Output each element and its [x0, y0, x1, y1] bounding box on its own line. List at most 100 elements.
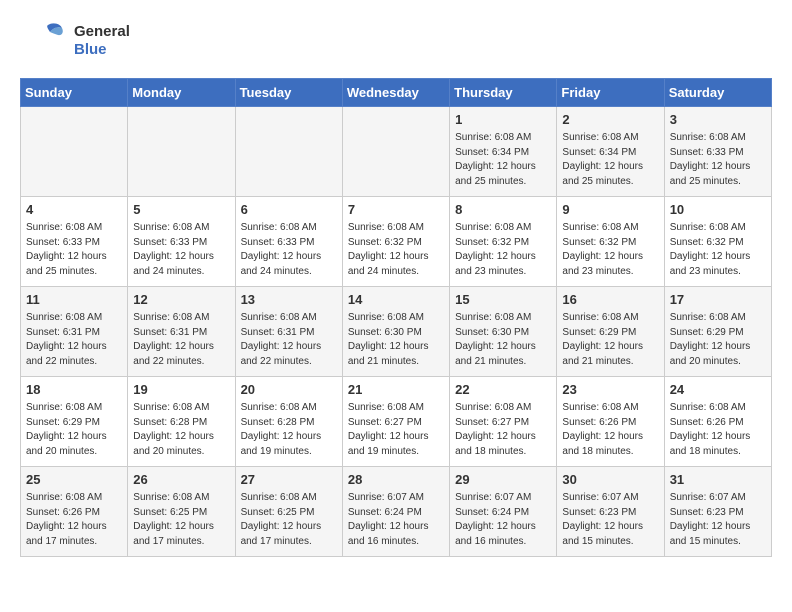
- day-info: Sunrise: 6:08 AM Sunset: 6:26 PM Dayligh…: [670, 401, 766, 459]
- calendar-cell: 9 Sunrise: 6:08 AM Sunset: 6:32 PM Daylig…: [557, 197, 664, 287]
- day-info: Sunrise: 6:08 AM Sunset: 6:28 PM Dayligh…: [241, 401, 337, 459]
- day-info: Sunrise: 6:07 AM Sunset: 6:24 PM Dayligh…: [348, 491, 444, 549]
- logo-general: General: [74, 23, 130, 41]
- day-number: 29: [455, 471, 551, 489]
- calendar-week-row: 4 Sunrise: 6:08 AM Sunset: 6:33 PM Daylig…: [21, 197, 772, 287]
- day-number: 22: [455, 381, 551, 399]
- calendar-cell: 30Sunrise: 6:07 AM Sunset: 6:23 PM Dayli…: [557, 467, 664, 557]
- day-info: Sunrise: 6:08 AM Sunset: 6:32 PM Dayligh…: [562, 221, 658, 279]
- calendar-cell: 15Sunrise: 6:08 AM Sunset: 6:30 PM Dayli…: [450, 287, 557, 377]
- day-number: 1: [455, 111, 551, 129]
- calendar-cell: [21, 107, 128, 197]
- calendar-cell: 26 Sunrise: 6:08 AM Sunset: 6:25 PM Dayli…: [128, 467, 235, 557]
- calendar-week-row: 25 Sunrise: 6:08 AM Sunset: 6:26 PM Dayli…: [21, 467, 772, 557]
- calendar-week-row: 11 Sunrise: 6:08 AM Sunset: 6:31 PM Dayli…: [21, 287, 772, 377]
- calendar-cell: 21 Sunrise: 6:08 AM Sunset: 6:27 PM Dayli…: [342, 377, 449, 467]
- day-info: Sunrise: 6:08 AM Sunset: 6:29 PM Dayligh…: [670, 311, 766, 369]
- day-info: Sunrise: 6:08 AM Sunset: 6:27 PM Dayligh…: [348, 401, 444, 459]
- day-number: 21: [348, 381, 444, 399]
- day-info: Sunrise: 6:08 AM Sunset: 6:32 PM Dayligh…: [455, 221, 551, 279]
- calendar-cell: 11 Sunrise: 6:08 AM Sunset: 6:31 PM Dayli…: [21, 287, 128, 377]
- day-number: 26: [133, 471, 229, 489]
- calendar-cell: [235, 107, 342, 197]
- calendar-cell: 12Sunrise: 6:08 AM Sunset: 6:31 PM Dayli…: [128, 287, 235, 377]
- calendar-week-row: 1 Sunrise: 6:08 AM Sunset: 6:34 PM Daylig…: [21, 107, 772, 197]
- day-number: 9: [562, 201, 658, 219]
- logo: GeneralBlue: [20, 20, 130, 62]
- calendar-cell: 17Sunrise: 6:08 AM Sunset: 6:29 PM Dayli…: [664, 287, 771, 377]
- day-number: 6: [241, 201, 337, 219]
- day-info: Sunrise: 6:08 AM Sunset: 6:29 PM Dayligh…: [562, 311, 658, 369]
- day-info: Sunrise: 6:08 AM Sunset: 6:32 PM Dayligh…: [348, 221, 444, 279]
- calendar-cell: 3Sunrise: 6:08 AM Sunset: 6:33 PM Daylig…: [664, 107, 771, 197]
- weekday-header-monday: Monday: [128, 79, 235, 107]
- day-number: 31: [670, 471, 766, 489]
- day-info: Sunrise: 6:08 AM Sunset: 6:29 PM Dayligh…: [26, 401, 122, 459]
- logo-blue: Blue: [74, 41, 130, 59]
- calendar-cell: 19 Sunrise: 6:08 AM Sunset: 6:28 PM Dayli…: [128, 377, 235, 467]
- calendar-table: SundayMondayTuesdayWednesdayThursdayFrid…: [20, 78, 772, 557]
- day-number: 23: [562, 381, 658, 399]
- day-info: Sunrise: 6:08 AM Sunset: 6:31 PM Dayligh…: [26, 311, 122, 369]
- day-info: Sunrise: 6:08 AM Sunset: 6:33 PM Dayligh…: [26, 221, 122, 279]
- day-info: Sunrise: 6:08 AM Sunset: 6:31 PM Dayligh…: [241, 311, 337, 369]
- calendar-cell: 13 Sunrise: 6:08 AM Sunset: 6:31 PM Dayli…: [235, 287, 342, 377]
- day-info: Sunrise: 6:08 AM Sunset: 6:25 PM Dayligh…: [133, 491, 229, 549]
- day-number: 5: [133, 201, 229, 219]
- calendar-cell: 7Sunrise: 6:08 AM Sunset: 6:32 PM Daylig…: [342, 197, 449, 287]
- logo-svg: [20, 20, 70, 62]
- weekday-header-sunday: Sunday: [21, 79, 128, 107]
- weekday-header-saturday: Saturday: [664, 79, 771, 107]
- day-info: Sunrise: 6:08 AM Sunset: 6:30 PM Dayligh…: [348, 311, 444, 369]
- day-info: Sunrise: 6:07 AM Sunset: 6:24 PM Dayligh…: [455, 491, 551, 549]
- day-number: 14: [348, 291, 444, 309]
- day-info: Sunrise: 6:08 AM Sunset: 6:34 PM Dayligh…: [562, 131, 658, 189]
- calendar-cell: [128, 107, 235, 197]
- day-info: Sunrise: 6:07 AM Sunset: 6:23 PM Dayligh…: [562, 491, 658, 549]
- weekday-header-wednesday: Wednesday: [342, 79, 449, 107]
- day-number: 13: [241, 291, 337, 309]
- day-info: Sunrise: 6:08 AM Sunset: 6:33 PM Dayligh…: [241, 221, 337, 279]
- calendar-cell: [342, 107, 449, 197]
- calendar-cell: 1 Sunrise: 6:08 AM Sunset: 6:34 PM Daylig…: [450, 107, 557, 197]
- day-info: Sunrise: 6:08 AM Sunset: 6:34 PM Dayligh…: [455, 131, 551, 189]
- calendar-cell: 4 Sunrise: 6:08 AM Sunset: 6:33 PM Daylig…: [21, 197, 128, 287]
- day-info: Sunrise: 6:08 AM Sunset: 6:26 PM Dayligh…: [26, 491, 122, 549]
- day-number: 10: [670, 201, 766, 219]
- calendar-cell: 31 Sunrise: 6:07 AM Sunset: 6:23 PM Dayli…: [664, 467, 771, 557]
- calendar-cell: 29 Sunrise: 6:07 AM Sunset: 6:24 PM Dayli…: [450, 467, 557, 557]
- day-number: 25: [26, 471, 122, 489]
- day-info: Sunrise: 6:07 AM Sunset: 6:23 PM Dayligh…: [670, 491, 766, 549]
- weekday-header-thursday: Thursday: [450, 79, 557, 107]
- day-number: 16: [562, 291, 658, 309]
- calendar-cell: 23 Sunrise: 6:08 AM Sunset: 6:26 PM Dayli…: [557, 377, 664, 467]
- calendar-header-row: SundayMondayTuesdayWednesdayThursdayFrid…: [21, 79, 772, 107]
- day-number: 24: [670, 381, 766, 399]
- calendar-cell: 14 Sunrise: 6:08 AM Sunset: 6:30 PM Dayli…: [342, 287, 449, 377]
- day-number: 4: [26, 201, 122, 219]
- calendar-cell: 27Sunrise: 6:08 AM Sunset: 6:25 PM Dayli…: [235, 467, 342, 557]
- calendar-cell: 16 Sunrise: 6:08 AM Sunset: 6:29 PM Dayli…: [557, 287, 664, 377]
- calendar-cell: 20Sunrise: 6:08 AM Sunset: 6:28 PM Dayli…: [235, 377, 342, 467]
- day-number: 3: [670, 111, 766, 129]
- day-info: Sunrise: 6:08 AM Sunset: 6:27 PM Dayligh…: [455, 401, 551, 459]
- weekday-header-friday: Friday: [557, 79, 664, 107]
- calendar-cell: 2 Sunrise: 6:08 AM Sunset: 6:34 PM Daylig…: [557, 107, 664, 197]
- calendar-week-row: 18 Sunrise: 6:08 AM Sunset: 6:29 PM Dayli…: [21, 377, 772, 467]
- calendar-cell: 18 Sunrise: 6:08 AM Sunset: 6:29 PM Dayli…: [21, 377, 128, 467]
- calendar-cell: 8Sunrise: 6:08 AM Sunset: 6:32 PM Daylig…: [450, 197, 557, 287]
- day-number: 2: [562, 111, 658, 129]
- day-number: 11: [26, 291, 122, 309]
- day-number: 15: [455, 291, 551, 309]
- day-info: Sunrise: 6:08 AM Sunset: 6:25 PM Dayligh…: [241, 491, 337, 549]
- day-info: Sunrise: 6:08 AM Sunset: 6:32 PM Dayligh…: [670, 221, 766, 279]
- day-info: Sunrise: 6:08 AM Sunset: 6:31 PM Dayligh…: [133, 311, 229, 369]
- day-info: Sunrise: 6:08 AM Sunset: 6:26 PM Dayligh…: [562, 401, 658, 459]
- day-number: 19: [133, 381, 229, 399]
- day-info: Sunrise: 6:08 AM Sunset: 6:28 PM Dayligh…: [133, 401, 229, 459]
- calendar-cell: 6 Sunrise: 6:08 AM Sunset: 6:33 PM Daylig…: [235, 197, 342, 287]
- calendar-cell: 25 Sunrise: 6:08 AM Sunset: 6:26 PM Dayli…: [21, 467, 128, 557]
- day-number: 18: [26, 381, 122, 399]
- calendar-cell: 28 Sunrise: 6:07 AM Sunset: 6:24 PM Dayli…: [342, 467, 449, 557]
- day-number: 28: [348, 471, 444, 489]
